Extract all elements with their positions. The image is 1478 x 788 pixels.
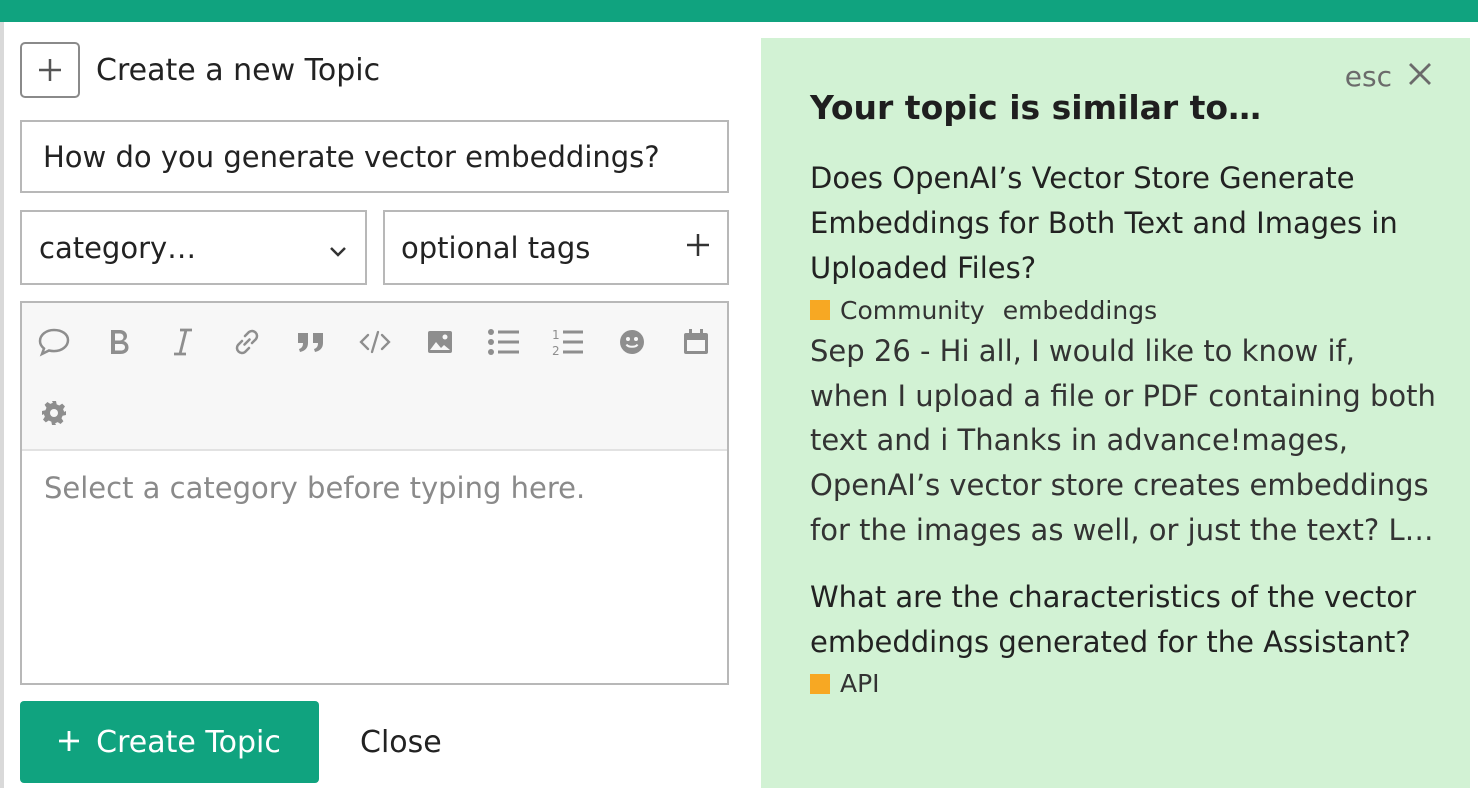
composer-title: Create a new Topic xyxy=(96,52,381,88)
bullet-list-icon[interactable] xyxy=(484,322,524,362)
composer-editor: 12 Select a category before typing here. xyxy=(20,301,729,685)
similar-topic-item[interactable]: Does OpenAI’s Vector Store Generate Embe… xyxy=(810,156,1440,553)
topic-category[interactable]: Community xyxy=(840,296,985,325)
bold-icon[interactable] xyxy=(99,322,139,362)
close-button[interactable]: Close xyxy=(344,701,458,783)
svg-text:1: 1 xyxy=(552,328,560,342)
tags-dropdown[interactable]: optional tags xyxy=(383,210,729,285)
emoji-icon[interactable] xyxy=(612,322,652,362)
quote-icon[interactable] xyxy=(291,322,331,362)
topic-tag[interactable]: embeddings xyxy=(1003,296,1157,325)
topic-title-input[interactable]: How do you generate vector embeddings? xyxy=(20,120,729,193)
code-icon[interactable] xyxy=(355,322,395,362)
topic-title-value: How do you generate vector embeddings? xyxy=(43,139,660,174)
topic-link[interactable]: Does OpenAI’s Vector Store Generate Embe… xyxy=(810,156,1440,291)
plus-icon[interactable] xyxy=(685,231,711,265)
category-placeholder: category… xyxy=(39,230,197,265)
topic-excerpt: Sep 26 - Hi all, I would like to know if… xyxy=(810,334,1436,547)
editor-placeholder: Select a category before typing here. xyxy=(44,471,586,505)
create-topic-label: Create Topic xyxy=(96,724,281,760)
italic-icon[interactable] xyxy=(163,322,203,362)
category-dropdown[interactable]: category… xyxy=(20,210,367,285)
similar-title: Your topic is similar to… xyxy=(810,88,1262,127)
dismiss-similar[interactable]: esc xyxy=(1345,60,1432,93)
chevron-down-icon xyxy=(328,231,348,265)
plus-icon xyxy=(20,42,80,98)
similar-topics-panel: esc Your topic is similar to… Does OpenA… xyxy=(761,38,1470,788)
link-icon[interactable] xyxy=(227,322,267,362)
top-brand-bar xyxy=(0,0,1478,22)
tags-placeholder: optional tags xyxy=(401,230,591,265)
topic-link[interactable]: What are the characteristics of the vect… xyxy=(810,575,1440,665)
similar-topic-item[interactable]: What are the characteristics of the vect… xyxy=(810,575,1440,703)
category-badge-icon xyxy=(810,673,830,694)
close-button-label: Close xyxy=(360,724,442,760)
similar-topic-list: Does OpenAI’s Vector Store Generate Embe… xyxy=(810,156,1440,725)
topic-category[interactable]: API xyxy=(840,669,880,698)
category-badge-icon xyxy=(810,300,830,320)
speech-bubble-icon[interactable] xyxy=(34,322,74,362)
numbered-list-icon[interactable]: 12 xyxy=(548,322,588,362)
create-topic-button[interactable]: Create Topic xyxy=(20,701,319,783)
editor-textarea[interactable]: Select a category before typing here. xyxy=(22,451,727,525)
gear-icon[interactable] xyxy=(34,393,74,433)
left-edge-divider xyxy=(0,22,4,788)
svg-text:2: 2 xyxy=(552,344,560,357)
esc-label: esc xyxy=(1344,60,1392,93)
editor-toolbar: 12 xyxy=(22,303,727,451)
calendar-icon[interactable] xyxy=(676,322,716,362)
topic-meta: API xyxy=(810,665,1440,703)
close-icon[interactable] xyxy=(1408,60,1432,93)
plus-icon xyxy=(58,725,80,760)
composer-header: Create a new Topic xyxy=(20,42,380,98)
image-icon[interactable] xyxy=(420,322,460,362)
topic-meta: Community embeddings xyxy=(810,291,1440,329)
